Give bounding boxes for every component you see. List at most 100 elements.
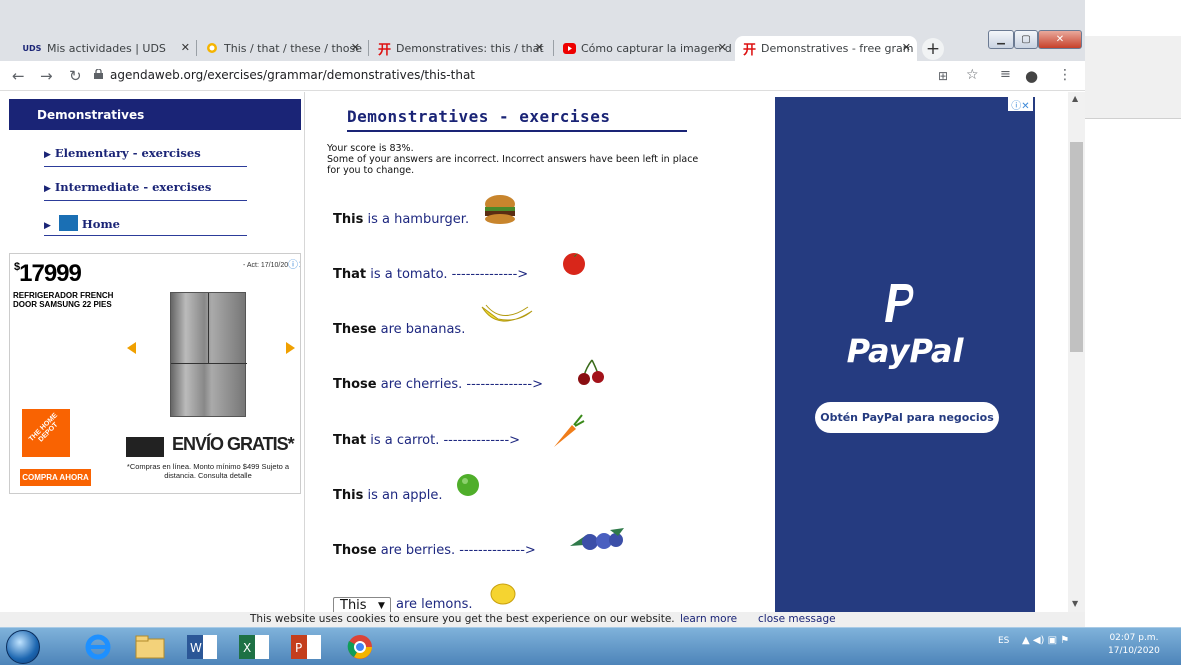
word-icon[interactable]: W [182, 631, 222, 663]
page-title: Demonstratives - exercises [347, 107, 687, 132]
reading-list-icon[interactable]: ≡ [1000, 67, 1011, 82]
tab-mis-actividades[interactable]: UDS Mis actividades | UDS ✕ [14, 36, 196, 61]
ad-prev-arrow-icon[interactable] [127, 342, 136, 354]
close-tab-icon[interactable]: ✕ [718, 41, 727, 54]
tab-label: This / that / these / those | [224, 42, 366, 55]
address-bar: ← → ↻ agendaweb.org/exercises/grammar/de… [0, 61, 1085, 91]
close-tab-icon[interactable]: ✕ [902, 41, 911, 54]
answer-select[interactable]: This ▼ [333, 597, 391, 612]
bookmark-star-icon[interactable]: ☆ [966, 67, 979, 83]
page-scrollbar[interactable]: ▲ ▼ [1068, 92, 1085, 612]
ad-next-arrow-icon[interactable] [286, 342, 295, 354]
reload-icon[interactable]: ↻ [69, 67, 82, 85]
page-viewport: Demonstratives ▶ Elementary - exercises ▶… [0, 92, 1068, 612]
sentence-3: These are bananas. [333, 322, 465, 337]
apple-icon [457, 474, 479, 496]
paypal-logo-icon [885, 284, 914, 322]
truck-icon [126, 437, 164, 457]
minimize-button[interactable]: ▁ [988, 30, 1014, 49]
answer-word: This [333, 488, 364, 503]
svg-text:X: X [243, 641, 251, 655]
powerpoint-icon[interactable]: P [286, 631, 326, 663]
excel-icon[interactable]: X [234, 631, 274, 663]
tab-label: Demonstratives: this / that [396, 42, 544, 55]
scroll-up-icon[interactable]: ▲ [1072, 94, 1078, 103]
ad-date: - Act: 17/10/20 [243, 262, 289, 269]
clock[interactable]: 02:07 p.m. 17/10/2020 [1108, 632, 1160, 658]
tab-separator [553, 40, 554, 56]
ad-info-icon[interactable]: ⓘ✕ [1008, 97, 1033, 112]
sentence-2: That is a tomato. --------------> [333, 267, 528, 282]
answer-word: These [333, 322, 377, 337]
close-tab-icon[interactable]: ✕ [181, 41, 190, 54]
learn-more-link[interactable]: learn more [680, 613, 737, 625]
start-button[interactable] [6, 630, 40, 664]
agendaweb-icon: 开 [378, 43, 392, 58]
tab-this-that[interactable]: This / that / these / those | ✕ [198, 36, 366, 61]
ad-fine-print: *Compras en línea. Monto mínimo $499 Suj… [126, 462, 290, 480]
back-icon[interactable]: ← [12, 67, 25, 85]
tab-strip: UDS Mis actividades | UDS ✕ This / that … [0, 0, 1085, 61]
home-depot-ad[interactable]: $17999 - Act: 17/10/20 ⓘ✕ REFRIGERADOR F… [9, 253, 301, 494]
taskbar: W X P ES ▲ ◀) ▣ ⚑ 02:07 p.m. 17/10/2020 [0, 627, 1181, 665]
sidebar-link-elementary[interactable]: ▶ Elementary - exercises [44, 137, 247, 167]
sentence-1: This is a hamburger. [333, 212, 469, 227]
screen: UDS Mis actividades | UDS ✕ This / that … [0, 0, 1181, 665]
answer-word: Those [333, 543, 377, 558]
sidebar: Demonstratives ▶ Elementary - exercises ▶… [0, 92, 305, 612]
sidebar-link-intermediate[interactable]: ▶ Intermediate - exercises [44, 171, 247, 201]
cookie-banner: This website uses cookies to ensure you … [0, 612, 1085, 627]
agendaweb-icon: 开 [743, 43, 757, 58]
profile-icon[interactable]: ● [1025, 67, 1038, 85]
scrollbar-thumb[interactable] [1070, 142, 1083, 352]
sidebar-link-home[interactable]: ▶ Home [44, 206, 247, 236]
close-message-link[interactable]: close message [758, 613, 836, 625]
sentence-4: Those are cherries. --------------> [333, 377, 543, 392]
paypal-business-button[interactable]: Obtén PayPal para negocios [815, 402, 999, 433]
sentence-text: is a hamburger. [363, 212, 470, 227]
close-tab-icon[interactable]: ✕ [351, 41, 360, 54]
clock-date: 17/10/2020 [1108, 646, 1160, 656]
sentence-text: are lemons. [396, 597, 473, 612]
tab-youtube[interactable]: Cómo capturar la imagen d ✕ [555, 36, 733, 61]
hamburger-icon [485, 195, 515, 224]
ad-info-icon[interactable]: ⓘ✕ [288, 256, 300, 271]
url-input[interactable]: agendaweb.org/exercises/grammar/demonstr… [110, 68, 475, 82]
tray-icons[interactable]: ▲ ◀) ▣ ⚑ [1022, 635, 1069, 646]
answer-word: Those [333, 377, 377, 392]
triangle-right-icon: ▶ [44, 150, 51, 160]
chrome-icon[interactable] [340, 631, 380, 663]
internet-explorer-icon[interactable] [78, 631, 118, 663]
tab-label: Demonstratives - free gram [761, 42, 914, 55]
new-tab-button[interactable]: + [922, 38, 944, 60]
ad-buy-button[interactable]: COMPRA AHORA [20, 469, 91, 486]
tab-active-demonstratives[interactable]: 开 Demonstratives - free gram ✕ [735, 36, 917, 61]
paypal-ad[interactable]: ⓘ✕ PayPal Obtén PayPal para negocios [775, 97, 1035, 612]
tab-separator [368, 40, 369, 56]
sentence-5: That is a carrot. --------------> [333, 433, 520, 448]
svg-text:W: W [190, 641, 202, 655]
sentence-7: Those are berries. --------------> [333, 543, 536, 558]
file-explorer-icon[interactable] [130, 631, 170, 663]
sentence-text: are berries. --------------> [376, 543, 536, 558]
language-indicator[interactable]: ES [998, 636, 1009, 646]
menu-icon[interactable]: ⋮ [1058, 67, 1072, 83]
close-tab-icon[interactable]: ✕ [535, 41, 544, 54]
home-depot-logo: THE HOME DEPOT [22, 409, 70, 457]
sidebar-link-label: Home [81, 217, 120, 231]
cherries-icon [578, 359, 604, 385]
answer-select-value: This [340, 598, 367, 612]
sentence-text: are bananas. [376, 322, 466, 337]
bananas-icon [481, 304, 533, 322]
close-window-button[interactable]: ✕ [1038, 30, 1082, 49]
home-icon [58, 215, 78, 231]
desktop-panel [1085, 118, 1181, 627]
maximize-button[interactable]: ▢ [1014, 30, 1038, 49]
tab-demonstratives[interactable]: 开 Demonstratives: this / that ✕ [370, 36, 550, 61]
translate-icon[interactable]: ⊞ [938, 69, 948, 83]
score-message: Your score is 83%. Some of your answers … [327, 143, 707, 176]
triangle-right-icon: ▶ [44, 184, 51, 194]
scroll-down-icon[interactable]: ▼ [1072, 599, 1078, 608]
forward-icon[interactable]: → [40, 67, 53, 85]
sentence-text: is an apple. [363, 488, 443, 503]
